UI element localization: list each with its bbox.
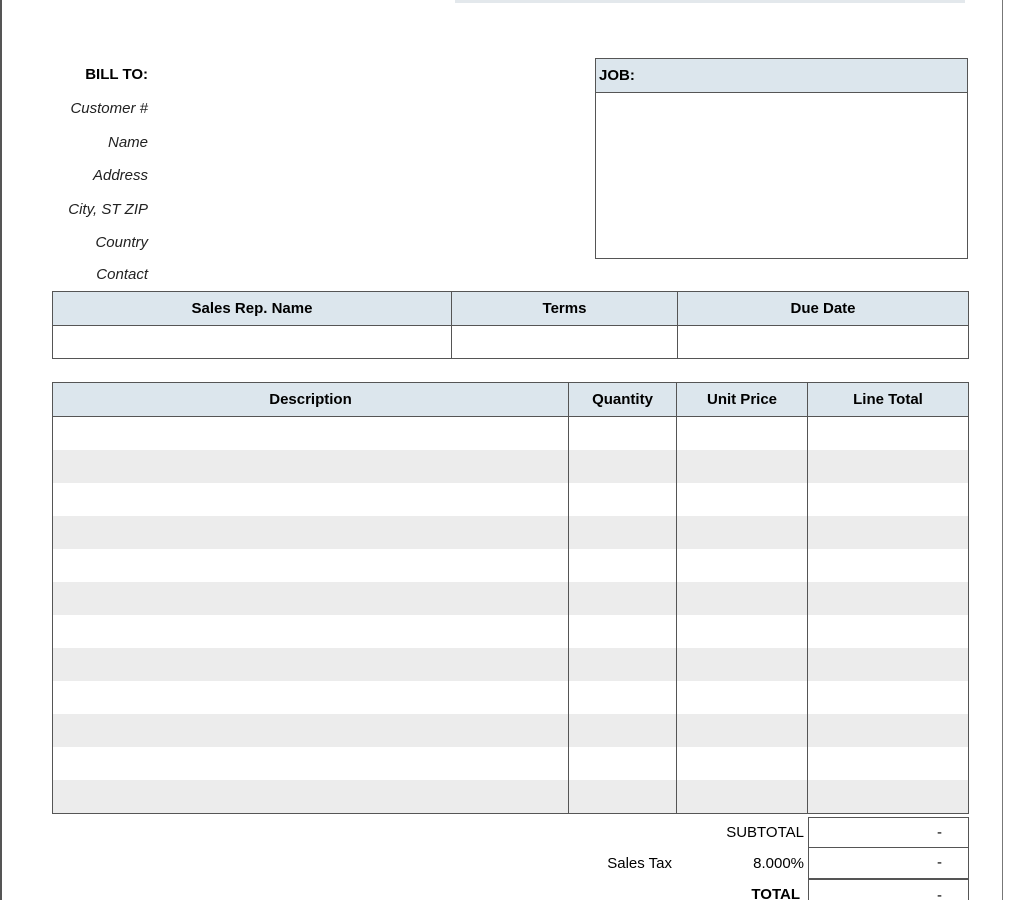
sales-tax-label: Sales Tax <box>607 855 672 872</box>
quantity-cell[interactable] <box>568 714 677 747</box>
sales-tax-rate[interactable]: 8.000% <box>700 855 804 872</box>
line-total-cell[interactable] <box>807 615 969 648</box>
page-edge-right <box>1002 0 1003 900</box>
unit-price-cell[interactable] <box>676 747 808 780</box>
description-cell[interactable] <box>52 747 569 780</box>
description-cell[interactable] <box>52 483 569 516</box>
unit-price-cell[interactable] <box>676 615 808 648</box>
unit-price-cell[interactable] <box>676 681 808 714</box>
table-row <box>52 549 969 582</box>
line-total-cell[interactable] <box>807 780 969 814</box>
table-row <box>52 450 969 483</box>
description-cell[interactable] <box>52 681 569 714</box>
quantity-cell[interactable] <box>568 681 677 714</box>
total-label: TOTAL <box>751 886 800 903</box>
description-cell[interactable] <box>52 615 569 648</box>
line-total-cell[interactable] <box>807 681 969 714</box>
contact-label: Contact <box>96 266 148 283</box>
table-row <box>52 615 969 648</box>
bill-to-heading: BILL TO: <box>85 66 148 83</box>
unit-price-cell[interactable] <box>676 582 808 615</box>
description-cell[interactable] <box>52 516 569 549</box>
invoice-page: BILL TO: Customer # Name Address City, S… <box>0 0 1024 904</box>
name-label: Name <box>107 134 148 151</box>
unit-price-header: Unit Price <box>676 382 808 417</box>
table-row <box>52 483 969 516</box>
line-total-cell[interactable] <box>807 714 969 747</box>
table-row <box>52 747 969 780</box>
description-cell[interactable] <box>52 416 569 450</box>
terms-cell[interactable] <box>451 325 678 359</box>
job-heading: JOB: <box>596 59 967 93</box>
description-cell[interactable] <box>52 450 569 483</box>
total-value: - <box>808 879 969 904</box>
unit-price-cell[interactable] <box>676 780 808 814</box>
quantity-cell[interactable] <box>568 483 677 516</box>
description-cell[interactable] <box>52 714 569 747</box>
quantity-cell[interactable] <box>568 516 677 549</box>
table-row <box>52 582 969 615</box>
line-total-cell[interactable] <box>807 582 969 615</box>
job-box: JOB: <box>595 58 968 259</box>
table-row <box>52 516 969 549</box>
unit-price-cell[interactable] <box>676 549 808 582</box>
description-cell[interactable] <box>52 582 569 615</box>
description-cell[interactable] <box>52 549 569 582</box>
table-row <box>52 681 969 714</box>
customer-number-label: Customer # <box>70 100 148 117</box>
quantity-cell[interactable] <box>568 582 677 615</box>
quantity-cell[interactable] <box>568 747 677 780</box>
unit-price-cell[interactable] <box>676 416 808 450</box>
table-row <box>52 648 969 681</box>
line-total-cell[interactable] <box>807 549 969 582</box>
sales-info-table: Sales Rep. Name Terms Due Date <box>52 291 969 359</box>
unit-price-cell[interactable] <box>676 648 808 681</box>
quantity-cell[interactable] <box>568 549 677 582</box>
line-total-cell[interactable] <box>807 516 969 549</box>
quantity-cell[interactable] <box>568 615 677 648</box>
subtotal-label: SUBTOTAL <box>726 824 804 841</box>
country-label: Country <box>95 234 148 251</box>
line-total-cell[interactable] <box>807 747 969 780</box>
due-date-header: Due Date <box>677 291 969 326</box>
quantity-cell[interactable] <box>568 780 677 814</box>
quantity-cell[interactable] <box>568 416 677 450</box>
table-row <box>52 714 969 747</box>
address-label: Address <box>92 167 148 184</box>
line-total-cell[interactable] <box>807 450 969 483</box>
city-state-zip-label: City, ST ZIP <box>68 201 148 218</box>
header-strip <box>455 0 965 3</box>
quantity-cell[interactable] <box>568 648 677 681</box>
subtotal-value: - <box>808 817 969 848</box>
line-items-table: Description Quantity Unit Price Line Tot… <box>52 382 969 814</box>
line-total-cell[interactable] <box>807 483 969 516</box>
unit-price-cell[interactable] <box>676 483 808 516</box>
terms-header: Terms <box>451 291 678 326</box>
line-total-header: Line Total <box>807 382 969 417</box>
unit-price-cell[interactable] <box>676 714 808 747</box>
sales-rep-header: Sales Rep. Name <box>52 291 452 326</box>
description-header: Description <box>52 382 569 417</box>
unit-price-cell[interactable] <box>676 516 808 549</box>
due-date-cell[interactable] <box>677 325 969 359</box>
page-edge-left <box>0 0 2 900</box>
quantity-cell[interactable] <box>568 450 677 483</box>
table-row <box>52 780 969 814</box>
description-cell[interactable] <box>52 648 569 681</box>
table-row <box>52 416 969 450</box>
line-total-cell[interactable] <box>807 648 969 681</box>
sales-rep-cell[interactable] <box>52 325 452 359</box>
quantity-header: Quantity <box>568 382 677 417</box>
unit-price-cell[interactable] <box>676 450 808 483</box>
line-total-cell[interactable] <box>807 416 969 450</box>
description-cell[interactable] <box>52 780 569 814</box>
sales-tax-value: - <box>808 848 969 879</box>
